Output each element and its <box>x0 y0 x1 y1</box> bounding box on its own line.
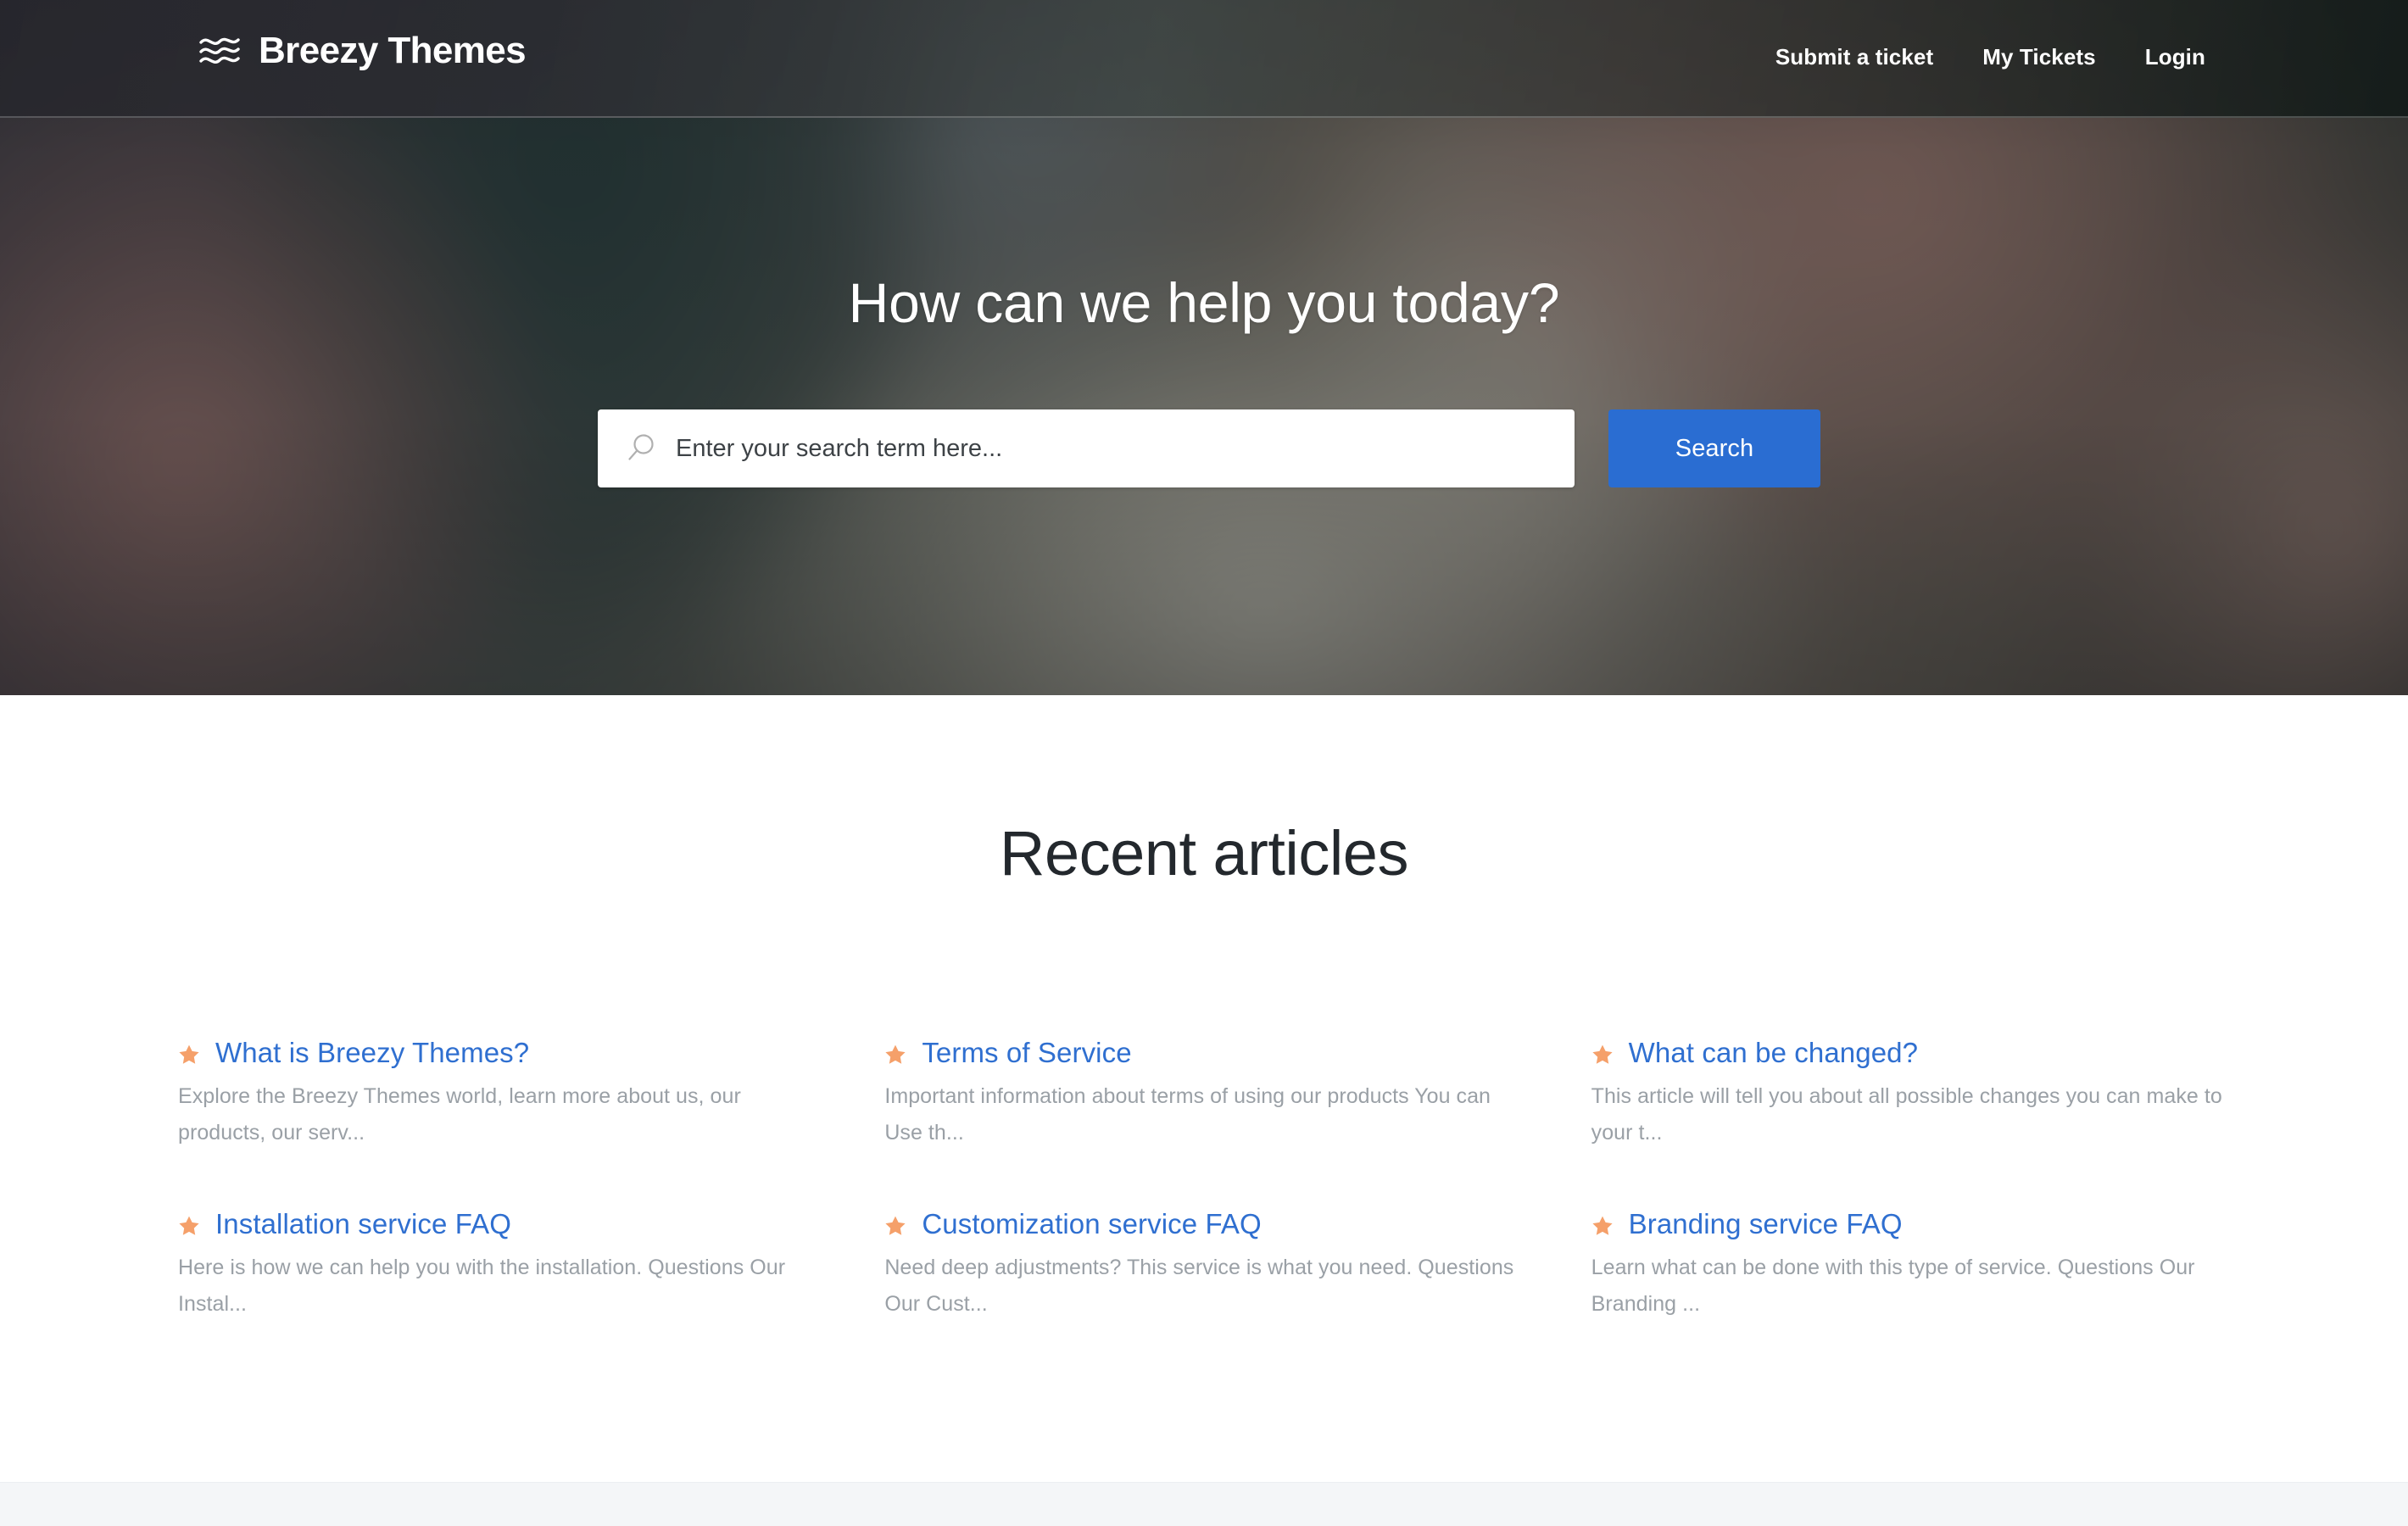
article-item: Terms of Service Important information a… <box>884 1036 1523 1207</box>
article-head: What can be changed? <box>1591 1036 2230 1070</box>
article-head: Installation service FAQ <box>178 1207 817 1241</box>
main-navigation: Submit a ticket My Tickets Login <box>1772 39 2209 75</box>
article-title-link[interactable]: What is Breezy Themes? <box>215 1036 529 1070</box>
nav-item-submit-a-ticket[interactable]: Submit a ticket <box>1772 39 1937 75</box>
article-item: Customization service FAQ Need deep adju… <box>884 1207 1523 1378</box>
hero-banner: How can we help you today? Search <box>0 0 2408 695</box>
article-title-link[interactable]: Branding service FAQ <box>1629 1207 1903 1241</box>
search-icon <box>625 432 657 465</box>
star-icon <box>1591 1215 1614 1237</box>
search-input[interactable] <box>676 423 1575 474</box>
nav-item-login[interactable]: Login <box>2142 39 2209 75</box>
header-inner: Breezy Themes Submit a ticket My Tickets… <box>0 0 2408 116</box>
recent-articles-grid: What is Breezy Themes? Explore the Breez… <box>178 885 2230 1378</box>
article-description: Explore the Breezy Themes world, learn m… <box>178 1084 741 1145</box>
article-head: Customization service FAQ <box>884 1207 1523 1241</box>
help-center-page: How can we help you today? Search <box>0 0 2408 1526</box>
logo-link[interactable]: Breezy Themes <box>199 30 527 71</box>
article-title-link[interactable]: Customization service FAQ <box>922 1207 1261 1241</box>
site-header: Breezy Themes Submit a ticket My Tickets… <box>0 0 2408 118</box>
article-description: Here is how we can help you with the ins… <box>178 1256 786 1317</box>
star-icon <box>884 1215 906 1237</box>
star-icon <box>1591 1044 1614 1066</box>
logo-text: Breezy Themes <box>259 30 527 71</box>
star-icon <box>884 1044 906 1066</box>
article-item: Installation service FAQ Here is how we … <box>178 1207 817 1378</box>
article-head: What is Breezy Themes? <box>178 1036 817 1070</box>
star-icon <box>178 1044 200 1066</box>
star-icon <box>178 1215 200 1237</box>
article-head: Terms of Service <box>884 1036 1523 1070</box>
article-description: Learn what can be done with this type of… <box>1591 1256 2195 1317</box>
article-description: This article will tell you about all pos… <box>1591 1084 2222 1145</box>
recent-articles-heading: Recent articles <box>1000 818 1408 888</box>
article-title-link[interactable]: What can be changed? <box>1629 1036 1918 1070</box>
search-box[interactable] <box>598 409 1575 487</box>
article-description: Important information about terms of usi… <box>884 1084 1491 1145</box>
article-item: Branding service FAQ Learn what can be d… <box>1591 1207 2230 1378</box>
article-head: Branding service FAQ <box>1591 1207 2230 1241</box>
main-content: Recent articles What is Breezy Themes? E… <box>0 695 2408 1378</box>
footer-strip <box>0 1482 2408 1526</box>
article-item: What is Breezy Themes? Explore the Breez… <box>178 1036 817 1207</box>
nav-item-my-tickets[interactable]: My Tickets <box>1979 39 2099 75</box>
search-row: Search <box>598 409 1820 487</box>
hero-title: How can we help you today? <box>848 271 1560 334</box>
article-title-link[interactable]: Installation service FAQ <box>215 1207 511 1241</box>
article-title-link[interactable]: Terms of Service <box>922 1036 1131 1070</box>
article-description: Need deep adjustments? This service is w… <box>884 1256 1514 1317</box>
article-item: What can be changed? This article will t… <box>1591 1036 2230 1207</box>
search-button[interactable]: Search <box>1608 409 1820 487</box>
waves-icon <box>199 34 240 68</box>
